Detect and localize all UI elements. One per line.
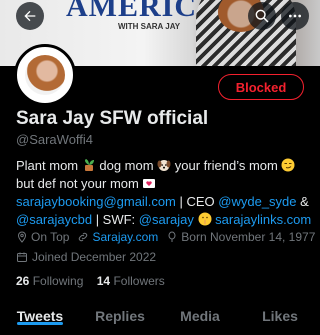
bio-mention-sarajaycbd[interactable]: @sarajaycbd [16,212,92,227]
avatar-image [25,55,65,95]
avatar[interactable] [14,44,76,106]
blocked-button[interactable]: Blocked [218,74,304,100]
location: On Top [16,230,69,244]
calendar-icon [17,252,27,262]
profile-handle: @SaraWoffi4 [16,132,94,147]
back-button[interactable] [16,2,44,30]
more-icon [289,14,301,18]
bio-mention-wyde-syde[interactable]: @wyde_syde [218,194,296,209]
follow-stats: 26 Following 14 Followers [16,274,165,288]
profile-tabs: Tweets Replies Media Likes [0,296,320,335]
location-pin-icon [17,231,27,243]
bio-text: | CEO [175,194,219,209]
bio-text: & [296,194,309,209]
banner-subtitle: WITH SARA JAY [118,22,181,31]
location-text: On Top [31,230,70,244]
birthday-text: Born November 14, 1977 [181,230,316,244]
heart-letter-icon [143,179,156,188]
website-link[interactable]: Sarajay.com [92,230,158,244]
followers-link[interactable]: 14 Followers [97,274,165,288]
following-link[interactable]: 26 Following [16,274,83,288]
bio-text: Plant mom [16,158,82,173]
bio-text: dog mom [95,158,158,173]
bio-website-link[interactable]: sarajaylinks.com [215,212,311,227]
bio-email-link[interactable]: sarajaybooking@gmail.com [16,194,176,209]
bio-text: | SWF: [92,212,139,227]
following-count: 26 [16,274,30,288]
joined-date: Joined December 2022 [16,250,156,264]
more-button[interactable] [281,2,309,30]
profile-meta: On Top Sarajay.com Born November 14, 197… [16,230,320,244]
bio-mention-sarajay[interactable]: @sarajay [139,212,194,227]
dog-face-icon [157,160,171,171]
bio-text: but def not your mom [16,176,143,191]
website[interactable]: Sarajay.com [77,230,158,244]
arrow-left-icon [24,10,36,22]
joined-text: Joined December 2022 [32,250,157,264]
search-icon [255,9,269,23]
profile-bio: Plant mom dog mom your friend’s mom but … [16,157,316,229]
tab-media[interactable]: Media [160,296,240,335]
followers-label: Followers [113,274,165,288]
link-icon [79,232,88,242]
balloon-icon [168,231,176,242]
followers-count: 14 [96,274,111,288]
search-button[interactable] [248,2,276,30]
smirk-face-icon [281,158,295,172]
bio-text: your friend’s mom [171,158,282,173]
shushing-face-icon [198,212,212,226]
birthday: Born November 14, 1977 [166,230,315,244]
tab-tweets[interactable]: Tweets [0,296,80,335]
profile-name: Sara Jay SFW official [16,108,209,129]
potted-plant-icon [84,159,94,171]
tab-replies[interactable]: Replies [80,296,160,335]
tab-likes[interactable]: Likes [240,296,320,335]
following-label: Following [32,274,84,288]
